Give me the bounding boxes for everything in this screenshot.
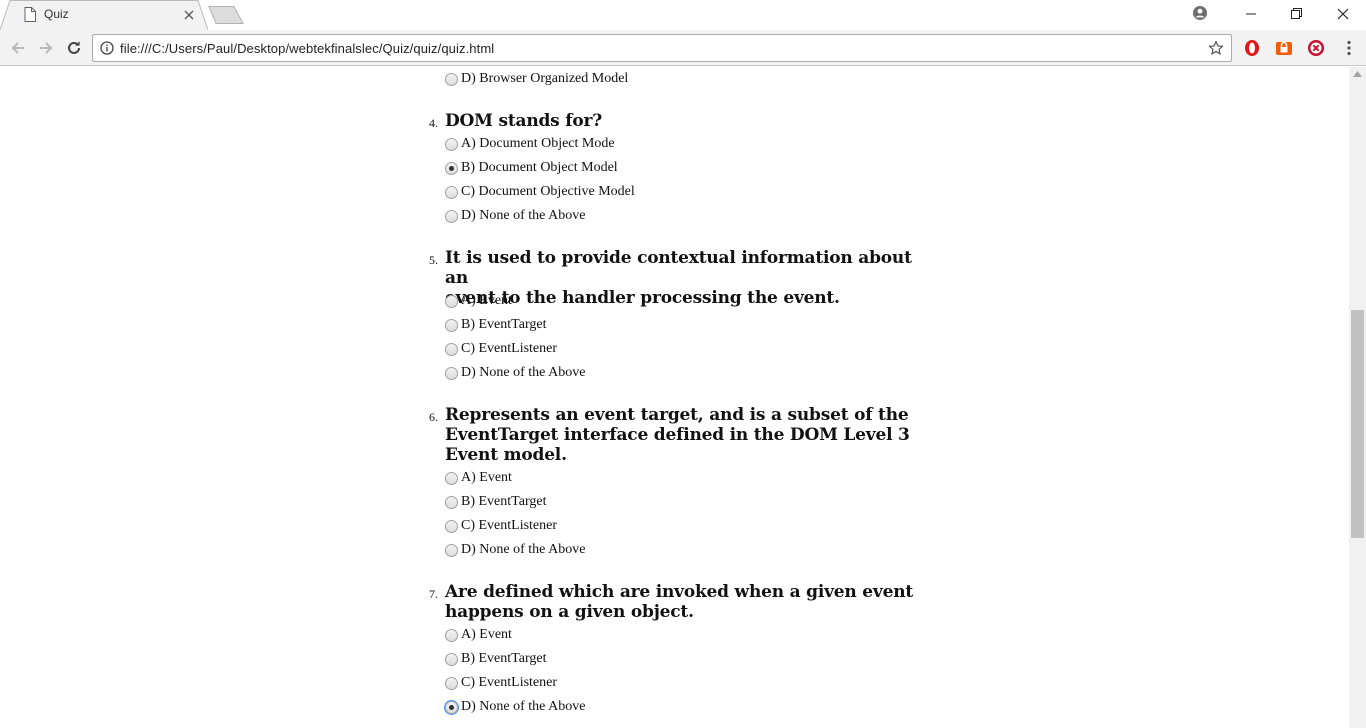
answer-option[interactable]: D) Browser Organized Model (445, 69, 628, 89)
radio-button[interactable] (445, 495, 458, 509)
answer-option[interactable]: D) None of the Above (445, 206, 585, 226)
window-close-button[interactable] (1320, 0, 1366, 28)
radio-button[interactable] (445, 676, 458, 690)
question-number: 6. (429, 410, 438, 424)
close-icon[interactable] (181, 7, 197, 23)
radio-button[interactable] (445, 294, 458, 308)
answer-label: B) EventTarget (461, 317, 547, 332)
answer-label: C) EventListener (461, 518, 558, 533)
minimize-icon (1246, 13, 1256, 15)
radio-button[interactable] (445, 471, 458, 485)
answer-label: D) None of the Above (461, 208, 586, 223)
answer-label: A) Event (461, 627, 512, 642)
radio-button[interactable] (445, 519, 458, 533)
radio-button[interactable] (445, 318, 458, 332)
question-line: Event model. (445, 445, 567, 465)
profile-icon[interactable] (1192, 5, 1208, 21)
tab-title: Quiz (44, 7, 69, 21)
answer-option[interactable]: C) Document Objective Model (445, 182, 635, 202)
blocker-extension-icon[interactable] (1307, 39, 1325, 57)
question-line: event to the handler processing the even… (445, 288, 840, 308)
answer-option[interactable]: C) EventListener (445, 339, 557, 359)
restore-icon (1291, 8, 1302, 19)
answer-label: C) EventListener (461, 675, 558, 690)
info-icon[interactable] (100, 41, 114, 55)
answer-label: D) None of the Above (461, 542, 586, 557)
question-text: Represents an event target, and is a sub… (445, 405, 915, 465)
radio-button[interactable] (445, 700, 458, 714)
answer-option[interactable]: A) Event (445, 625, 512, 645)
answer-label: B) EventTarget (461, 651, 547, 666)
back-button[interactable] (6, 36, 30, 60)
question-number: 4. (429, 116, 438, 130)
address-bar[interactable]: file:///C:/Users/Paul/Desktop/webtekfina… (92, 34, 1232, 62)
back-icon (11, 42, 24, 54)
question-text: DOM stands for? (445, 111, 915, 131)
radio-button[interactable] (445, 161, 458, 175)
opera-extension-icon[interactable] (1243, 39, 1261, 57)
page-icon (24, 7, 36, 22)
radio-button[interactable] (445, 342, 458, 356)
answer-option[interactable]: B) EventTarget (445, 492, 546, 512)
question-line: It is used to provide contextual informa… (445, 248, 912, 288)
radio-button[interactable] (445, 652, 458, 666)
scrollbar-thumb[interactable] (1351, 310, 1364, 538)
radio-button[interactable] (445, 628, 458, 642)
page-content: D) Browser Organized Model 4. DOM stands f… (0, 67, 1349, 728)
lock-extension-icon[interactable] (1275, 39, 1293, 57)
reload-icon (68, 41, 80, 54)
reload-button[interactable] (62, 36, 86, 60)
toolbar: file:///C:/Users/Paul/Desktop/webtekfina… (0, 30, 1366, 66)
answer-label: A) Event (461, 293, 512, 308)
answer-label: B) EventTarget (461, 494, 547, 509)
answer-label: D) None of the Above (461, 365, 586, 380)
answer-option[interactable]: D) None of the Above (445, 697, 585, 717)
star-icon[interactable] (1208, 40, 1224, 56)
answer-label: D) None of the Above (461, 699, 586, 714)
answer-option[interactable]: A) Event (445, 291, 512, 311)
answer-label: B) Document Object Model (461, 160, 618, 175)
answer-option[interactable]: A) Event (445, 468, 512, 488)
question-number: 5. (429, 253, 438, 267)
tab-strip: Quiz (0, 0, 1366, 30)
question-line: EventTarget interface defined in the DOM… (445, 425, 910, 445)
answer-label: A) Document Object Mode (461, 136, 615, 151)
question-line: Are defined which are invoked when a giv… (445, 582, 914, 602)
answer-option[interactable]: D) None of the Above (445, 540, 585, 560)
question-line: happens on a given object. (445, 602, 694, 622)
answer-option[interactable]: A) Document Object Mode (445, 134, 615, 154)
answer-option[interactable]: D) None of the Above (445, 363, 585, 383)
answer-option[interactable]: B) EventTarget (445, 649, 546, 669)
window-controls (1228, 0, 1366, 30)
radio-button[interactable] (445, 543, 458, 557)
forward-button[interactable] (34, 36, 58, 60)
window-close-icon (1337, 8, 1349, 20)
answer-label: C) EventListener (461, 341, 558, 356)
restore-button[interactable] (1274, 0, 1320, 28)
scroll-up-arrow-icon[interactable] (1353, 71, 1362, 77)
answer-label: A) Event (461, 470, 512, 485)
radio-button[interactable] (445, 209, 458, 223)
forward-icon (40, 42, 53, 54)
question-line: DOM stands for? (445, 111, 603, 131)
radio-button[interactable] (445, 366, 458, 380)
question-text: It is used to provide contextual informa… (445, 248, 915, 308)
menu-icon[interactable] (1340, 39, 1358, 57)
answer-label: D) Browser Organized Model (461, 71, 629, 86)
question-text: Are defined which are invoked when a giv… (445, 582, 915, 622)
answer-label: C) Document Objective Model (461, 184, 635, 199)
new-tab-button[interactable] (208, 6, 244, 24)
radio-button[interactable] (445, 185, 458, 199)
answer-option[interactable]: C) EventListener (445, 516, 557, 536)
answer-option[interactable]: C) EventListener (445, 673, 557, 693)
radio-button[interactable] (445, 72, 458, 86)
vertical-scrollbar[interactable] (1349, 67, 1366, 728)
question-number: 7. (429, 587, 438, 601)
radio-button[interactable] (445, 137, 458, 151)
question-line: Represents an event target, and is a sub… (445, 405, 909, 425)
answer-option[interactable]: B) EventTarget (445, 315, 546, 335)
url-text: file:///C:/Users/Paul/Desktop/webtekfina… (120, 41, 495, 56)
answer-option[interactable]: B) Document Object Model (445, 158, 618, 178)
minimize-button[interactable] (1228, 0, 1274, 28)
